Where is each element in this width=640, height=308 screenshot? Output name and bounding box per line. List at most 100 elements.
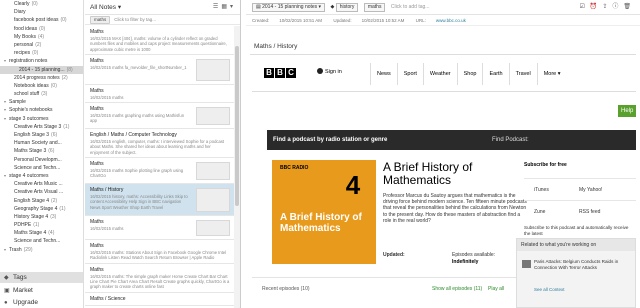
play-all-link[interactable]: Play all <box>488 286 504 292</box>
nav-shop[interactable]: Shop <box>456 63 483 85</box>
sidebar-item-tags[interactable]: ◆ Tags <box>0 272 83 283</box>
sidebar-notebook-item[interactable]: ▾ Trash (29) <box>0 246 83 254</box>
sidebar-notebook-item[interactable]: Maths Stage 3 (6) <box>0 147 83 155</box>
tag-filter-bar[interactable]: maths Click to filter by tag... <box>85 15 240 25</box>
sidebar-notebook-item[interactable]: Human Society and... <box>0 139 83 147</box>
note-card[interactable]: Maths 16/02/2015 maths Sophie plotting li… <box>85 158 234 185</box>
nav-earth[interactable]: Earth <box>482 63 508 85</box>
notebook-label: Trash <box>9 246 22 253</box>
notebook-list: Clearly (0) Diary facebook post ideas (0) foo… <box>0 0 83 254</box>
sidebar-notebook-item[interactable]: school stuff (3) <box>0 90 83 98</box>
delete-icon[interactable]: 🗑 <box>623 4 636 10</box>
help-button[interactable]: Help <box>618 105 636 117</box>
share-icon[interactable]: ⇪ <box>602 4 612 10</box>
note-thumbnail <box>196 58 230 81</box>
subscribe-rss[interactable]: RSS feed <box>579 201 600 223</box>
sidebar-notebook-item[interactable]: food ideas (0) <box>0 25 83 33</box>
sidebar-notebook-item[interactable]: recipes (0) <box>0 49 83 57</box>
find-podcast-label[interactable]: Find Podcast: <box>492 130 529 150</box>
sidebar-notebook-item[interactable]: Notebook ideas (0) <box>0 82 83 90</box>
editor-toolbar: ▤ 2014 - 15 planning notes ▾ ◆ history m… <box>246 0 640 15</box>
sidebar-notebook-item[interactable]: English Stage 4 (2) <box>0 197 83 205</box>
sidebar-notebook-item[interactable]: ▾ stage 3 outcomes <box>0 115 83 123</box>
tag-chip-history[interactable]: history <box>335 3 359 12</box>
note-card[interactable]: Maths 16/02/2015 maths: Stations About Si… <box>85 240 234 264</box>
source-url[interactable]: www.bbc.co.uk <box>436 18 466 23</box>
more-icon[interactable]: ▾ <box>230 4 236 10</box>
created-date: 10/02/2015 10:51 AM <box>279 18 323 23</box>
sidebar-notebook-item[interactable]: Science and Techn... <box>0 237 83 245</box>
notebook-label: Sample <box>9 99 26 106</box>
sidebar-notebook-item[interactable]: Clearly (0) <box>0 0 83 8</box>
sidebar-notebook-item[interactable]: My Books (4) <box>0 33 83 41</box>
chevron-down-icon[interactable]: ▾ <box>116 4 121 11</box>
tag-chip-maths[interactable]: maths <box>363 3 386 12</box>
subscribe-yahoo[interactable]: My Yahoo! <box>579 179 602 201</box>
subscribe-zune[interactable]: Zune <box>534 209 545 215</box>
sidebar-notebook-item[interactable]: Creative Arts Visual ... <box>0 188 83 196</box>
info-icon[interactable]: ⓘ <box>612 4 623 10</box>
sidebar-notebook-item[interactable]: Maths Stage 4 (4) <box>0 229 83 237</box>
bbc-logo[interactable]: B B C <box>264 68 296 78</box>
note-card[interactable]: Maths 16/02/2015 maths <box>85 216 234 241</box>
show-all-episodes-link[interactable]: Show all episodes (11) <box>432 286 482 292</box>
user-icon <box>317 68 323 74</box>
created-label: Created: <box>252 18 270 23</box>
nav-sport[interactable]: Sport <box>396 63 423 85</box>
sidebar-item-market[interactable]: ▣ Market <box>0 285 83 296</box>
notebook-count: (4) <box>48 230 55 237</box>
note-card[interactable]: Maths 16/02/2015 maths fa_mevolder_file_s… <box>85 55 234 85</box>
nav-more[interactable]: More ▾ <box>536 63 567 85</box>
sidebar-notebook-item[interactable]: Geography Stage 4 (1) <box>0 205 83 213</box>
note-thumbnail <box>196 162 230 181</box>
note-card[interactable]: Maths 16/02/2015 maths graphing maths usi… <box>85 103 234 130</box>
subscribe-itunes[interactable]: iTunes <box>534 187 549 193</box>
sidebar-notebook-item[interactable]: ▾ Sample <box>0 98 83 106</box>
notes-scrollbar[interactable] <box>234 26 240 308</box>
filter-tag-chip[interactable]: maths <box>90 16 111 24</box>
view-options[interactable]: ☰▦▾ <box>213 0 236 15</box>
sidebar-notebook-item[interactable]: PDHPE (1) <box>0 221 83 229</box>
nav-news[interactable]: News <box>370 63 397 85</box>
sidebar-notebook-item[interactable]: English Stage 3 (6) <box>0 131 83 139</box>
see-all-context-link[interactable]: See all Context <box>534 287 565 292</box>
note-card[interactable]: English / Maths / Computer Technology 16/… <box>85 129 234 159</box>
sidebar-notebook-item[interactable]: ▾ stage 4 outcomes <box>0 172 83 180</box>
notebook-selector[interactable]: ▤ 2014 - 15 planning notes ▾ <box>252 3 326 12</box>
note-card[interactable]: Maths 16/02/2015 maths: The simple graph … <box>85 264 234 293</box>
nav-travel[interactable]: Travel <box>508 63 537 85</box>
sidebar-notebook-item[interactable]: personal (2) <box>0 41 83 49</box>
scrollbar-thumb[interactable] <box>235 46 239 206</box>
note-title[interactable]: Maths / History <box>250 39 636 55</box>
nav-more-label: More <box>543 71 557 77</box>
sidebar-notebook-item[interactable]: 2014 - 15 planning... (8) <box>0 65 83 74</box>
nav-weather[interactable]: Weather <box>422 63 457 85</box>
sidebar-notebook-item[interactable]: Creative Arts Music ... <box>0 180 83 188</box>
context-item[interactable]: Paris Attacks: Belgium Conducts Raids in… <box>522 259 634 271</box>
notebook-count: (0) <box>39 25 46 32</box>
notebook-count: (0) <box>32 50 39 57</box>
view-icon[interactable]: ▦ <box>221 4 230 10</box>
note-card[interactable]: Maths / History 16/02/2015 history, maths… <box>85 184 234 217</box>
notebook-label: PDHPE <box>14 222 32 229</box>
sidebar-notebook-item[interactable]: 2014 progress notes (2) <box>0 74 83 82</box>
sign-in-link[interactable]: Sign in <box>317 68 342 75</box>
add-tag-input[interactable]: Click to add tag... <box>391 4 430 10</box>
sidebar-notebook-item[interactable]: Personal Developm... <box>0 156 83 164</box>
all-notes-dropdown[interactable]: All Notes <box>90 4 116 11</box>
note-card[interactable]: Maths / Science <box>85 293 234 306</box>
sidebar-notebook-item[interactable]: History Stage 4 (3) <box>0 213 83 221</box>
checklist-icon[interactable]: ☑ <box>579 4 589 10</box>
note-card[interactable]: Maths 16/02/2015 MAX [40¢], maths: volume… <box>85 26 234 55</box>
notebook-label: Notebook ideas <box>14 82 49 89</box>
note-thumbnail <box>196 220 230 237</box>
sidebar-item-upgrade[interactable]: ● Upgrade <box>0 297 83 308</box>
sidebar-notebook-item[interactable]: ▾ registration notes <box>0 57 83 65</box>
sidebar-notebook-item[interactable]: Science and Techn... <box>0 164 83 172</box>
sidebar-notebook-item[interactable]: ▾ Sophie's notebooks <box>0 106 83 114</box>
sidebar-notebook-item[interactable]: Creative Arts Stage 3 (1) <box>0 123 83 131</box>
reminder-icon[interactable]: ⏰ <box>590 4 602 10</box>
note-card[interactable]: Maths 16/02/2015 maths <box>85 85 234 104</box>
sidebar-notebook-item[interactable]: facebook post ideas (0) <box>0 16 83 24</box>
sidebar-notebook-item[interactable]: Diary <box>0 8 83 16</box>
